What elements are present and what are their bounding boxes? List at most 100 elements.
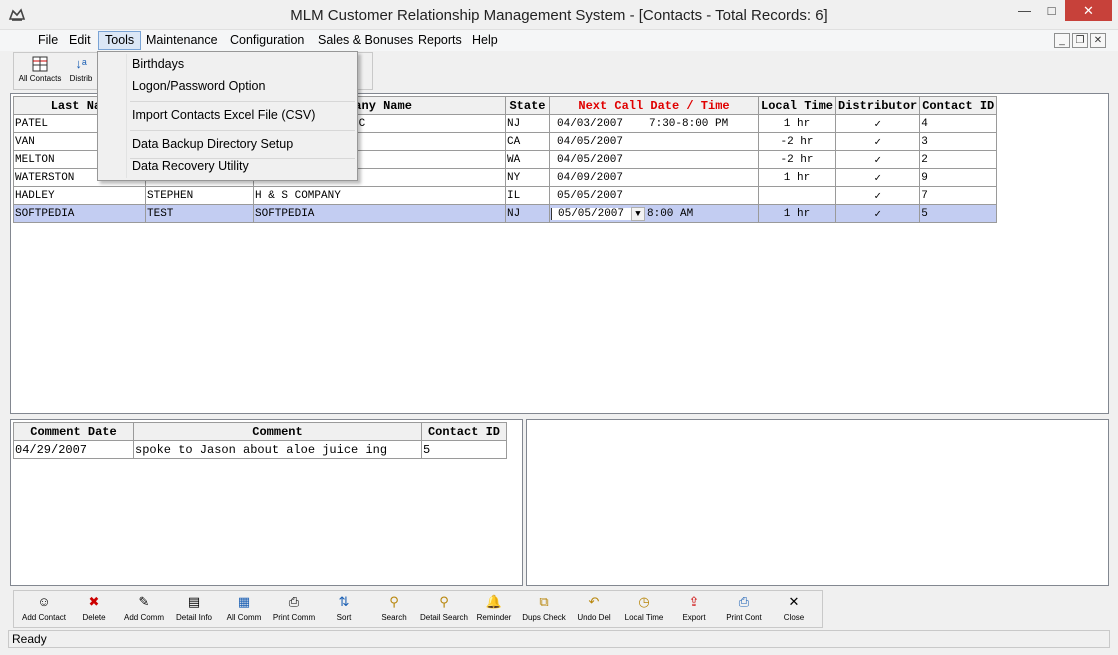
cell-state[interactable]: WA (505, 150, 550, 169)
cell-next-call[interactable]: 04/03/2007 7:30-8:00 PM (549, 114, 759, 133)
col-next-call[interactable]: Next Call Date / Time (549, 96, 759, 115)
menu-tools[interactable]: Tools (98, 31, 142, 50)
reminder-button[interactable]: 🔔 Reminder (466, 594, 522, 622)
col-distributor[interactable]: Distributor (835, 96, 921, 115)
cell-state[interactable]: NY (505, 168, 550, 187)
detail-search-icon: ⚲ (439, 594, 449, 609)
col-local-time[interactable]: Local Time (757, 96, 837, 115)
cell-contact-id[interactable]: 3 (919, 132, 998, 151)
search-icon: ⚲ (389, 594, 399, 609)
menu-reports[interactable]: Reports (412, 31, 468, 50)
undo-delete-label: Undo Del (577, 613, 611, 622)
menu-sales-bonuses[interactable]: Sales & Bonuses (312, 31, 419, 50)
cell-local-time[interactable]: -2 hr (757, 132, 837, 151)
close-window-button[interactable]: ✕ (1065, 0, 1112, 21)
cell-next-call[interactable]: 04/09/2007 (549, 168, 759, 187)
cell-next-call[interactable]: 04/05/2007 (549, 132, 759, 151)
cell-contact-id[interactable]: 4 (919, 114, 998, 133)
menu-configuration[interactable]: Configuration (224, 31, 310, 50)
cell-contact-id[interactable]: 5 (919, 204, 998, 223)
menu-help[interactable]: Help (466, 31, 504, 50)
menu-item-import-contacts[interactable]: Import Contacts Excel File (CSV) (132, 108, 315, 122)
add-contact-button[interactable]: ☺ Add Contact (16, 594, 72, 622)
export-button[interactable]: ⇪ Export (666, 594, 722, 622)
col-comment-date[interactable]: Comment Date (13, 422, 134, 441)
cell-next-call[interactable]: 05/05/2007 ▼ 8:00 AM (549, 204, 759, 223)
cell-local-time[interactable]: 1 hr (757, 204, 837, 223)
cell-distributor-check[interactable]: ✓ (835, 132, 921, 151)
close-button[interactable]: ✕ Close (766, 594, 822, 622)
cell-local-time[interactable]: 1 hr (757, 168, 837, 187)
all-comments-button[interactable]: ▦ All Comm (216, 594, 272, 622)
dups-check-button[interactable]: ⧉ Dups Check (516, 594, 572, 622)
col-comment-contact-id[interactable]: Contact ID (421, 422, 507, 441)
date-picker-input[interactable]: 05/05/2007 (551, 208, 631, 221)
search-button[interactable]: ⚲ Search (366, 594, 422, 622)
cell-local-time[interactable]: 1 hr (757, 114, 837, 133)
mdi-close-button[interactable]: ✕ (1090, 33, 1106, 48)
chevron-down-icon[interactable]: ▼ (631, 206, 645, 221)
maximize-button[interactable]: □ (1038, 0, 1065, 21)
cell-local-time[interactable] (757, 186, 837, 205)
all-contacts-button[interactable]: All Contacts (16, 56, 64, 83)
cell-comment-contact-id[interactable]: 5 (421, 440, 507, 459)
table-row-selected[interactable]: SOFTPEDIA TEST SOFTPEDIA NJ 05/05/2007 ▼ 8… (13, 204, 998, 223)
local-time-label: Local Time (624, 613, 664, 622)
menu-item-backup-directory[interactable]: Data Backup Directory Setup (132, 137, 293, 151)
cell-comment-date[interactable]: 04/29/2007 (13, 440, 134, 459)
cell-distributor-check[interactable]: ✓ (835, 168, 921, 187)
menu-maintenance[interactable]: Maintenance (140, 31, 224, 50)
cell-next-call[interactable]: 04/05/2007 (549, 150, 759, 169)
print-contact-button[interactable]: ⎙ Print Cont (716, 594, 772, 622)
cell-last-name[interactable]: HADLEY (13, 186, 146, 205)
undo-delete-button[interactable]: ↶ Undo Del (566, 594, 622, 622)
cell-contact-id[interactable]: 2 (919, 150, 998, 169)
cell-contact-id[interactable]: 7 (919, 186, 998, 205)
col-comment[interactable]: Comment (133, 422, 422, 441)
col-state[interactable]: State (505, 96, 550, 115)
local-time-button[interactable]: ◷ Local Time (616, 594, 672, 622)
distributor-button[interactable]: ↓ᵃ Distrib (64, 56, 98, 83)
menu-file[interactable]: File (32, 31, 64, 50)
sort-button[interactable]: ⇅ Sort (316, 594, 372, 622)
detail-info-icon: ▤ (187, 594, 201, 609)
cell-next-call[interactable]: 05/05/2007 (549, 186, 759, 205)
sort-az-icon: ⇅ (338, 594, 350, 609)
detail-search-button[interactable]: ⚲ Detail Search (416, 594, 472, 622)
comments-table: Comment Date Comment Contact ID 04/29/20… (13, 422, 507, 459)
cell-last-name[interactable]: SOFTPEDIA (13, 204, 146, 223)
cell-state[interactable]: CA (505, 132, 550, 151)
cell-distributor-check[interactable]: ✓ (835, 186, 921, 205)
menu-item-birthdays[interactable]: Birthdays (132, 57, 184, 71)
cell-contact-id[interactable]: 9 (919, 168, 998, 187)
table-row[interactable]: HADLEY STEPHEN H & S COMPANY IL 05/05/20… (13, 186, 998, 205)
cell-company[interactable]: H & S COMPANY (253, 186, 506, 205)
cell-state[interactable]: NJ (505, 204, 550, 223)
cell-distributor-check[interactable]: ✓ (835, 204, 921, 223)
detail-info-button[interactable]: ▤ Detail Info (166, 594, 222, 622)
menu-item-data-recovery[interactable]: Data Recovery Utility (132, 159, 249, 173)
delete-button[interactable]: ✖ Delete (66, 594, 122, 622)
cell-distributor-check[interactable]: ✓ (835, 150, 921, 169)
export-icon: ⇪ (688, 594, 700, 609)
cell-first-name[interactable]: STEPHEN (145, 186, 254, 205)
close-label: Close (783, 613, 805, 622)
cell-company[interactable]: SOFTPEDIA (253, 204, 506, 223)
cell-state[interactable]: NJ (505, 114, 550, 133)
mdi-minimize-button[interactable]: _ (1054, 33, 1070, 48)
mdi-restore-button[interactable]: ❐ (1072, 33, 1088, 48)
cell-distributor-check[interactable]: ✓ (835, 114, 921, 133)
cell-local-time[interactable]: -2 hr (757, 150, 837, 169)
menu-edit[interactable]: Edit (63, 31, 97, 50)
cell-comment[interactable]: spoke to Jason about aloe juice ing (133, 440, 422, 459)
minimize-button[interactable]: — (1011, 0, 1038, 21)
add-comment-button[interactable]: ✎ Add Comm (116, 594, 172, 622)
cell-call-date: 04/09/2007 (557, 171, 624, 184)
print-comments-button[interactable]: ⎙ Print Comm (266, 594, 322, 622)
menu-gutter (126, 54, 127, 178)
col-contact-id[interactable]: Contact ID (919, 96, 998, 115)
table-row[interactable]: 04/29/2007 spoke to Jason about aloe jui… (13, 440, 507, 459)
cell-first-name[interactable]: TEST (145, 204, 254, 223)
menu-item-logon-password[interactable]: Logon/Password Option (132, 79, 265, 93)
cell-state[interactable]: IL (505, 186, 550, 205)
